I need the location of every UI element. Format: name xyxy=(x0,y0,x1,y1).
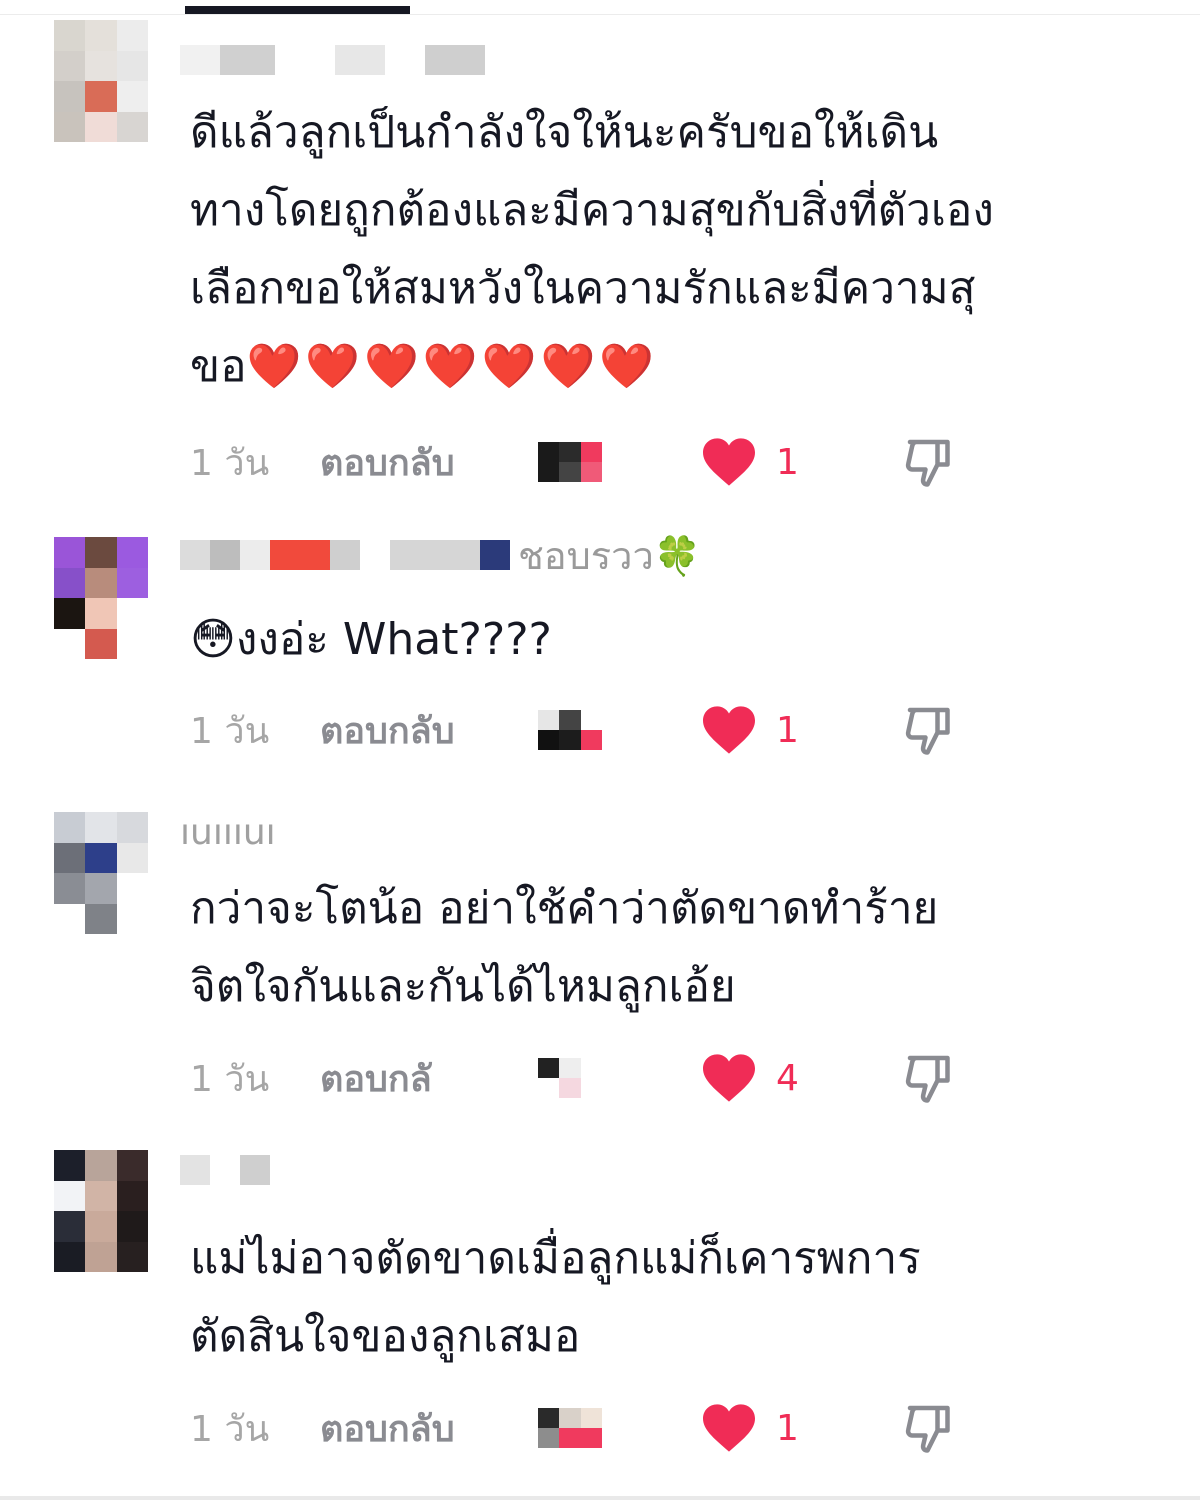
reply-button[interactable]: ตอบกลับ xyxy=(320,1400,538,1457)
comment-meta: 1 วัน ตอบกลับ xyxy=(190,432,1170,492)
username-redacted[interactable]: ıuıııuı xyxy=(180,810,276,854)
like-button[interactable]: 4 xyxy=(700,1052,799,1104)
thumbs-down-icon[interactable] xyxy=(900,432,960,492)
thumbs-down-icon[interactable] xyxy=(900,1398,960,1458)
comment-time: 1 วัน xyxy=(190,710,270,752)
comment-time: 1 วัน xyxy=(190,442,270,484)
avatar[interactable] xyxy=(54,1150,148,1272)
heart-icon xyxy=(703,706,755,754)
comment-time: 1 วัน xyxy=(190,1408,270,1450)
reply-button[interactable]: ตอบกลั xyxy=(320,1050,538,1107)
comment-text: กว่าจะโตน้อ อย่าใช้คำว่าตัดขาดทำร้าย จิต… xyxy=(190,883,939,1012)
reply-button[interactable]: ตอบกลับ xyxy=(320,702,538,759)
like-count: 1 xyxy=(776,1407,799,1449)
username-text: ชอบรวว🍀 xyxy=(518,533,702,578)
username-redacted[interactable] xyxy=(180,1148,270,1192)
avatar[interactable] xyxy=(54,20,148,142)
like-count: 1 xyxy=(776,441,799,483)
like-button[interactable]: 1 xyxy=(700,704,799,756)
bottom-divider xyxy=(0,1496,1200,1500)
username-redacted[interactable] xyxy=(180,38,485,82)
like-count: 1 xyxy=(776,709,799,751)
top-divider xyxy=(0,14,1200,15)
creator-liked-badge xyxy=(538,710,602,750)
heart-icon xyxy=(703,438,755,486)
comment-meta: 1 วัน ตอบกลั xyxy=(190,1048,1170,1108)
creator-liked-badge xyxy=(538,442,602,482)
heart-icon xyxy=(703,1054,755,1102)
heart-icon xyxy=(703,1404,755,1452)
creator-liked-badge xyxy=(538,1408,602,1448)
like-button[interactable]: 1 xyxy=(700,1402,799,1454)
comment-meta: 1 วัน ตอบกลับ xyxy=(190,1398,1170,1458)
avatar[interactable] xyxy=(54,537,148,659)
avatar[interactable] xyxy=(54,812,148,934)
top-cropped-bar xyxy=(185,6,410,14)
thumbs-down-icon[interactable] xyxy=(900,700,960,760)
like-button[interactable]: 1 xyxy=(700,436,799,488)
comment-text: แม่ไม่อาจตัดขาดเมื่อลูกแม่ก็เคารพการ ตัด… xyxy=(190,1233,921,1362)
heart-emoji-row: ❤️❤️❤️❤️❤️❤️❤️ xyxy=(246,341,659,392)
comment-meta: 1 วัน ตอบกลับ xyxy=(190,700,1170,760)
comment-text: 😳งงอ่ะ What???? xyxy=(190,614,552,665)
like-count: 4 xyxy=(776,1057,799,1099)
thumbs-down-icon[interactable] xyxy=(900,1048,960,1108)
username-text: ıuıııuı xyxy=(180,811,276,853)
comment-time: 1 วัน xyxy=(190,1058,270,1100)
comment-text: ดีแล้วลูกเป็นกำลังใจให้นะครับขอให้เดิน ท… xyxy=(190,107,994,392)
creator-liked-badge xyxy=(538,1058,602,1098)
reply-button[interactable]: ตอบกลับ xyxy=(320,434,538,491)
username-redacted[interactable]: ชอบรวว🍀 xyxy=(180,533,701,578)
